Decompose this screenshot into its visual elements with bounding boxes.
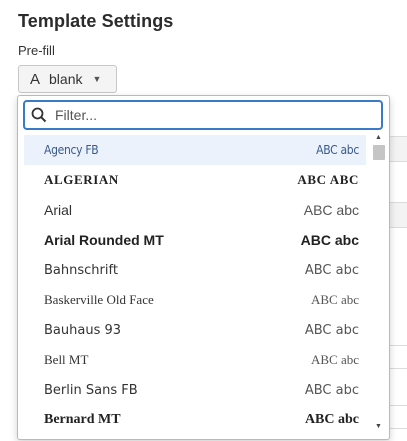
- background-field: [388, 345, 407, 369]
- filter-input[interactable]: [53, 106, 357, 124]
- font-option[interactable]: Bell MT ABC abc: [24, 345, 366, 375]
- font-option-sample: ABC abc: [304, 322, 359, 338]
- prefill-value: blank: [49, 71, 83, 87]
- font-option-name: Arial: [44, 202, 73, 218]
- font-option[interactable]: Baskerville Old Face ABC abc: [24, 285, 366, 315]
- font-option-sample: ABC abc: [304, 382, 359, 398]
- font-option-sample: ABC abc: [310, 352, 359, 367]
- font-option-name: Arial Rounded MT: [44, 232, 164, 248]
- font-option[interactable]: Agency FB ABC abc: [24, 135, 366, 165]
- background-field: [388, 136, 407, 162]
- font-option-name: ALGERIAN: [44, 172, 119, 187]
- font-option[interactable]: Arial ABC abc: [24, 195, 366, 225]
- caret-down-icon: ▼: [92, 74, 102, 84]
- scrollbar[interactable]: ▲ ▼: [370, 132, 388, 435]
- font-option[interactable]: Bernard MT ABC abc: [24, 405, 366, 435]
- font-option-name: Bahnschrift: [44, 262, 118, 278]
- page-title: Template Settings: [18, 11, 174, 31]
- font-option-name: Bell MT: [44, 352, 89, 367]
- background-field: [388, 405, 407, 429]
- scroll-down-icon[interactable]: ▼: [375, 423, 382, 430]
- filter-box: [23, 100, 383, 130]
- search-icon: [31, 107, 47, 123]
- font-option[interactable]: Berlin Sans FB ABC abc: [24, 375, 366, 405]
- font-option[interactable]: Bahnschrift ABC abc: [24, 255, 366, 285]
- font-list: Agency FB ABC abc ALGERIAN ABC ABC Arial ABC …: [24, 135, 366, 435]
- prefill-label: Pre-fill: [18, 43, 55, 58]
- font-option-name: Berlin Sans FB: [44, 382, 138, 398]
- scrollbar-thumb[interactable]: [373, 145, 385, 160]
- text-icon: A: [30, 70, 41, 88]
- font-option[interactable]: Arial Rounded MT ABC abc: [24, 225, 366, 255]
- font-option-name: Bauhaus 93: [44, 322, 122, 338]
- font-option-name: Baskerville Old Face: [44, 292, 154, 307]
- font-option[interactable]: ALGERIAN ABC ABC: [24, 165, 366, 195]
- prefill-dropdown-button[interactable]: A blank ▼: [18, 65, 117, 93]
- font-option-sample: ABC ABC: [297, 172, 359, 187]
- font-option-name: Agency FB: [44, 143, 99, 157]
- font-option-sample: ABC abc: [310, 292, 359, 307]
- font-dropdown-panel: Agency FB ABC abc ALGERIAN ABC ABC Arial ABC …: [17, 95, 390, 440]
- font-option-sample: ABC abc: [316, 143, 359, 157]
- font-option[interactable]: Bauhaus 93 ABC abc: [24, 315, 366, 345]
- font-option-sample: ABC abc: [300, 232, 359, 248]
- font-option-name: Bernard MT: [44, 412, 121, 427]
- scroll-up-icon[interactable]: ▲: [375, 134, 382, 141]
- background-field: [388, 202, 407, 228]
- font-option-sample: ABC abc: [304, 262, 359, 278]
- font-option-sample: ABC abc: [304, 412, 359, 427]
- font-option-sample: ABC abc: [303, 202, 359, 218]
